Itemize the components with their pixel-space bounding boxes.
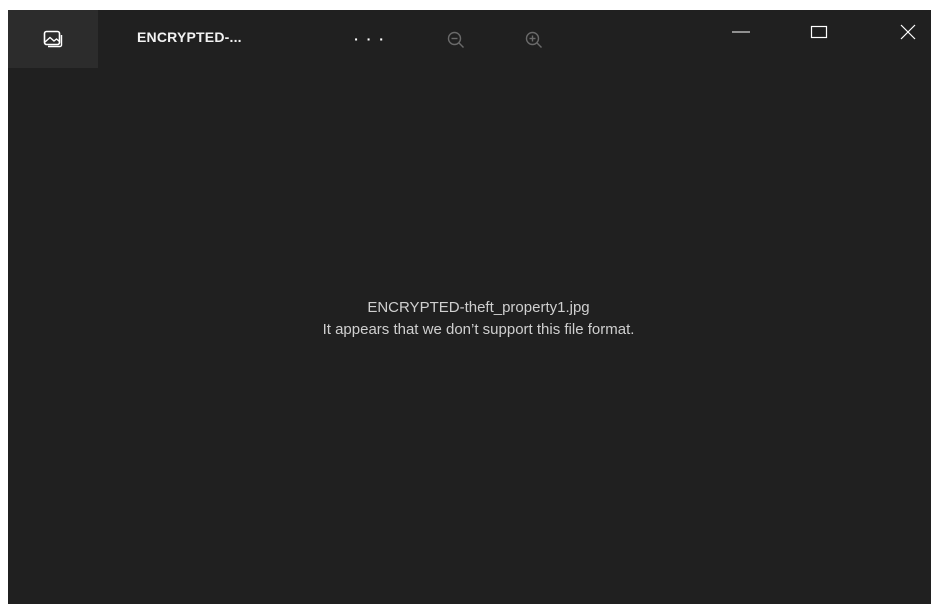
- zoom-in-icon: [525, 31, 542, 48]
- maximize-icon: [810, 25, 828, 39]
- file-name-text: ENCRYPTED-theft_property1.jpg: [367, 299, 590, 316]
- app-icon-button[interactable]: [8, 10, 98, 68]
- maximize-button[interactable]: [796, 10, 842, 54]
- unsupported-format-message: ENCRYPTED-theft_property1.jpg It appears…: [8, 297, 931, 341]
- window-title: ENCRYPTED-...: [137, 29, 242, 45]
- title-bar[interactable]: ENCRYPTED-... · · ·: [8, 10, 931, 68]
- close-icon: [900, 24, 916, 40]
- zoom-out-icon: [447, 31, 464, 48]
- minimize-button[interactable]: [718, 10, 764, 54]
- zoom-out-button[interactable]: [442, 27, 470, 53]
- close-button[interactable]: [885, 10, 931, 54]
- photos-app-icon: [43, 30, 63, 48]
- minimize-icon: [732, 31, 750, 33]
- more-options-button[interactable]: · · ·: [346, 24, 394, 54]
- zoom-in-button[interactable]: [520, 27, 548, 53]
- error-text: It appears that we don’t support this fi…: [322, 321, 635, 338]
- photos-app-window: ENCRYPTED-... · · · ENCRYPTED-theft_prop…: [8, 10, 931, 604]
